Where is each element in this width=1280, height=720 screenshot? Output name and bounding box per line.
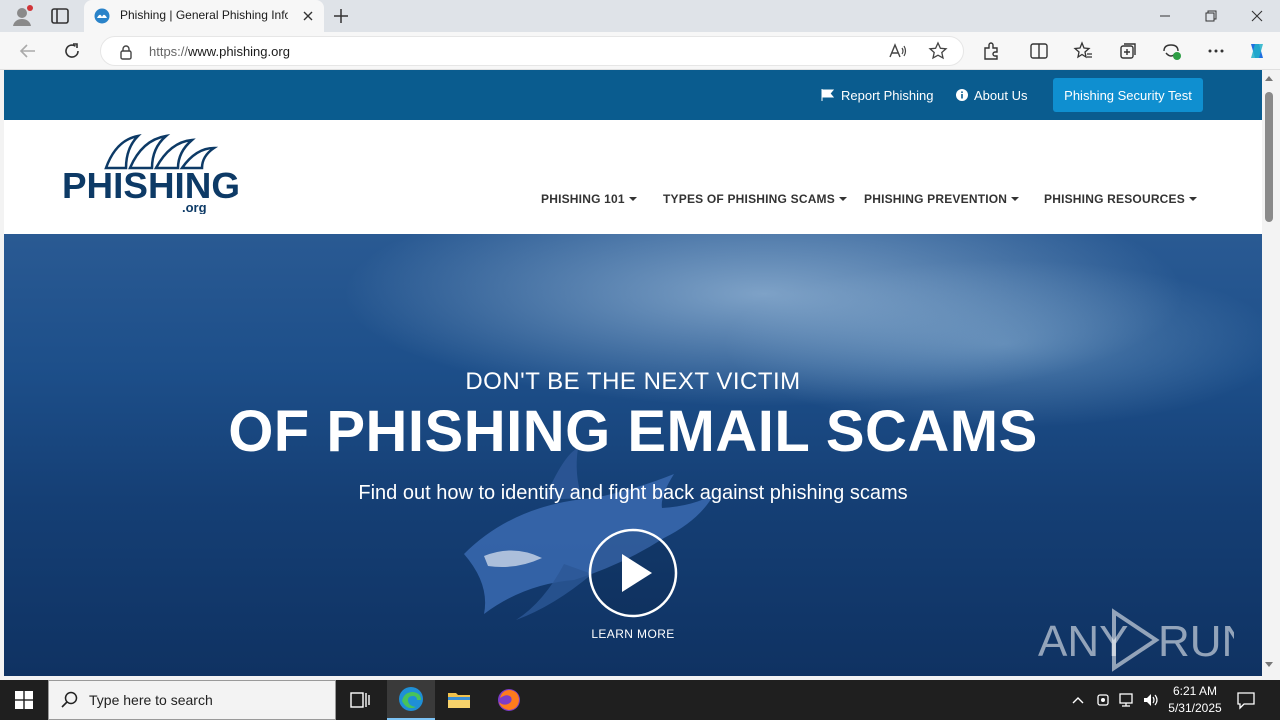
scroll-up-icon[interactable] [1265, 76, 1273, 81]
clock-time: 6:21 AM [1172, 684, 1218, 698]
nav-types-of-scams-label: TYPES OF PHISHING SCAMS [663, 192, 835, 206]
volume-icon[interactable] [1141, 690, 1161, 710]
phishing-org-logo[interactable]: PHISHING .org [60, 134, 244, 215]
scrollbar-thumb[interactable] [1265, 92, 1273, 222]
site-favicon-icon [94, 8, 110, 24]
lock-icon[interactable] [119, 44, 133, 60]
file-explorer-icon[interactable] [435, 680, 483, 720]
favorite-star-icon[interactable] [927, 40, 949, 62]
svg-text:.org: .org [182, 200, 207, 214]
nav-phishing-101-label: PHISHING 101 [541, 192, 625, 206]
profile-avatar-icon[interactable] [10, 4, 34, 28]
nav-phishing-resources[interactable]: PHISHING RESOURCES [1044, 192, 1197, 206]
notifications-icon[interactable] [1236, 690, 1256, 710]
info-icon [956, 89, 968, 101]
system-clock[interactable]: 6:21 AM 5/31/2025 [1160, 683, 1230, 717]
url-text: https://www.phishing.org [149, 44, 290, 59]
refresh-icon[interactable] [61, 40, 83, 62]
phishing-security-test-button[interactable]: Phishing Security Test [1053, 78, 1203, 112]
flag-icon [821, 89, 835, 101]
windows-taskbar: Type here to search 6:21 AM 5/31/2025 [0, 680, 1280, 720]
hero-banner: DON'T BE THE NEXT VICTIM OF PHISHING EMA… [4, 234, 1262, 676]
svg-text:RUN: RUN [1158, 617, 1234, 666]
anyrun-watermark-logo: ANY RUN [1038, 608, 1234, 672]
back-arrow-icon[interactable] [17, 40, 39, 62]
nav-phishing-101[interactable]: PHISHING 101 [541, 192, 637, 206]
chevron-up-icon[interactable] [1068, 690, 1088, 710]
edge-browser-icon[interactable] [387, 680, 435, 720]
about-us-label: About Us [974, 87, 1028, 103]
utility-bar: Report Phishing About Us Phishing Securi… [4, 70, 1262, 120]
tab-title: Phishing | General Phishing Infor [120, 8, 288, 22]
tab-actions-icon[interactable] [48, 5, 72, 27]
page-scrollbar[interactable] [1262, 70, 1276, 676]
taskbar-search-box[interactable]: Type here to search [48, 680, 336, 720]
svg-text:PHISHING: PHISHING [62, 165, 240, 206]
scroll-down-icon[interactable] [1265, 662, 1273, 667]
about-us-link[interactable]: About Us [956, 86, 1027, 104]
hero-kicker: DON'T BE THE NEXT VICTIM [465, 368, 801, 395]
chevron-down-icon [1011, 197, 1020, 201]
restore-icon[interactable] [1188, 0, 1234, 32]
active-tab[interactable]: Phishing | General Phishing Infor [84, 0, 324, 32]
nav-phishing-prevention[interactable]: PHISHING PREVENTION [864, 192, 1020, 206]
browser-tab-strip: Phishing | General Phishing Infor [0, 0, 1280, 32]
split-screen-icon[interactable] [1028, 40, 1050, 62]
device-icon[interactable] [1093, 690, 1113, 710]
collections-icon[interactable] [1117, 40, 1139, 62]
hero-subtitle: Find out how to identify and fight back … [358, 482, 908, 504]
search-icon [61, 691, 78, 708]
report-phishing-label: Report Phishing [841, 87, 934, 103]
network-icon[interactable] [1117, 690, 1137, 710]
read-aloud-icon[interactable] [887, 40, 909, 62]
browser-toolbar: https://www.phishing.org [0, 32, 1280, 70]
nav-phishing-resources-label: PHISHING RESOURCES [1044, 192, 1185, 206]
new-tab-icon[interactable] [330, 5, 352, 27]
close-window-icon[interactable] [1234, 0, 1280, 32]
address-bar[interactable]: https://www.phishing.org [100, 36, 964, 66]
clock-date: 5/31/2025 [1168, 701, 1222, 715]
report-phishing-link[interactable]: Report Phishing [821, 86, 934, 104]
firefox-icon[interactable] [485, 680, 533, 720]
extensions-icon[interactable] [980, 40, 1002, 62]
hero-headline: OF PHISHING EMAIL SCAMS [228, 399, 1038, 464]
nav-types-of-scams[interactable]: TYPES OF PHISHING SCAMS [663, 192, 847, 206]
search-placeholder: Type here to search [89, 692, 213, 708]
windows-start-icon[interactable] [0, 680, 48, 720]
site-header: PHISHING .org PHISHING 101 TYPES OF PHIS… [4, 120, 1262, 234]
tab-close-icon[interactable] [300, 8, 316, 24]
task-view-icon[interactable] [336, 680, 384, 720]
copilot-icon[interactable] [1246, 40, 1268, 62]
play-button-icon[interactable] [588, 528, 678, 618]
nav-phishing-prevention-label: PHISHING PREVENTION [864, 192, 1008, 206]
favorites-icon[interactable] [1072, 40, 1094, 62]
more-options-icon[interactable] [1205, 40, 1227, 62]
browser-essentials-icon[interactable] [1161, 40, 1183, 62]
chevron-down-icon [1188, 197, 1197, 201]
page-viewport: Report Phishing About Us Phishing Securi… [4, 70, 1262, 676]
minimize-icon[interactable] [1142, 0, 1188, 32]
chevron-down-icon [628, 197, 637, 201]
chevron-down-icon [838, 197, 847, 201]
